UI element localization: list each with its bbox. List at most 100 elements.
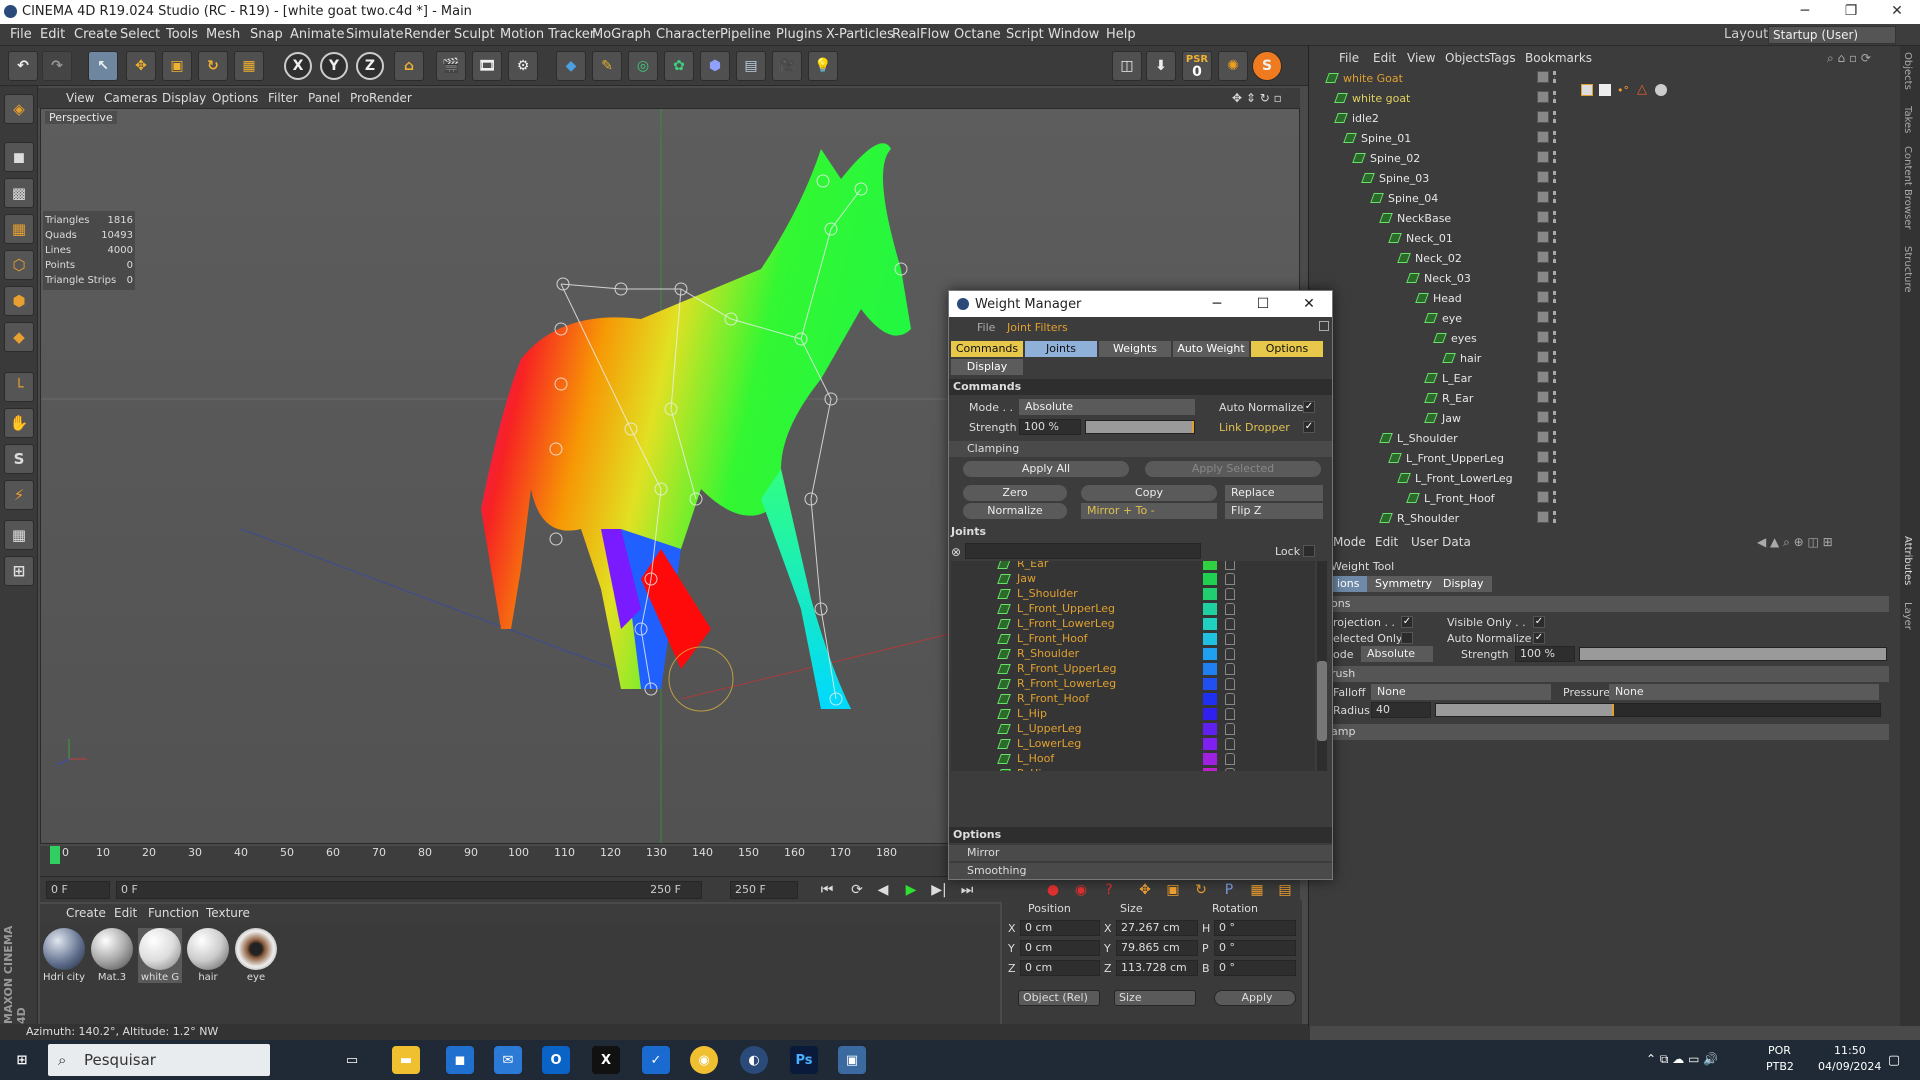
- coord-size-mode-select[interactable]: Size: [1114, 990, 1196, 1006]
- clock-time[interactable]: 11:50: [1834, 1044, 1866, 1057]
- mirror-section-header[interactable]: Mirror: [949, 845, 1332, 861]
- menu-sculpt[interactable]: Sculpt: [454, 27, 495, 42]
- clamp-section-header[interactable]: amp: [1309, 724, 1889, 740]
- windows-start-icon[interactable]: ⊞: [8, 1046, 36, 1074]
- render-dots[interactable]: [1553, 71, 1557, 83]
- visibility-toggle[interactable]: [1537, 431, 1549, 443]
- auto-normalize-checkbox[interactable]: ✓: [1533, 632, 1545, 644]
- taskbar-search[interactable]: ⌕ Pesquisar: [48, 1044, 270, 1076]
- radius-slider[interactable]: [1435, 703, 1881, 717]
- render-dots[interactable]: [1553, 391, 1557, 403]
- undo-icon[interactable]: ↶: [8, 51, 38, 81]
- wm-tab-auto-weight[interactable]: Auto Weight: [1173, 341, 1249, 357]
- object-row[interactable]: Neck_01: [1309, 228, 1889, 248]
- visibility-toggle[interactable]: [1537, 171, 1549, 183]
- menu-edit[interactable]: Edit: [40, 27, 65, 42]
- mail-icon[interactable]: ✉: [494, 1046, 522, 1074]
- object-row[interactable]: L_Ear: [1309, 368, 1889, 388]
- apply-selected-button[interactable]: Apply Selected: [1145, 461, 1321, 477]
- floor-icon[interactable]: ▤: [736, 51, 766, 81]
- object-row[interactable]: hair: [1309, 348, 1889, 368]
- falloff-select[interactable]: None: [1371, 684, 1551, 700]
- menu-motion-tracker[interactable]: Motion Tracker: [500, 27, 595, 42]
- menu-realflow[interactable]: RealFlow: [892, 27, 950, 42]
- subdivision-icon[interactable]: ◎: [628, 51, 658, 81]
- make-editable-icon[interactable]: ◈: [4, 94, 34, 124]
- wm-tab-commands[interactable]: Commands: [951, 341, 1023, 357]
- visibility-toggle[interactable]: [1537, 311, 1549, 323]
- key-position-icon[interactable]: ✥: [1134, 880, 1156, 900]
- render-dots[interactable]: [1553, 271, 1557, 283]
- render-dots[interactable]: [1553, 251, 1557, 263]
- am-menu-edit[interactable]: Edit: [1375, 535, 1398, 549]
- polygons-mode-icon[interactable]: ◆: [4, 322, 34, 352]
- pen-icon[interactable]: ✎: [592, 51, 622, 81]
- mat-menu-edit[interactable]: Edit: [114, 906, 137, 920]
- render-dots[interactable]: [1553, 111, 1557, 123]
- am-menu-user-data[interactable]: User Data: [1411, 535, 1471, 549]
- strength-input[interactable]: 100 %: [1515, 646, 1575, 662]
- key-scale-icon[interactable]: ▣: [1162, 880, 1184, 900]
- edges-mode-icon[interactable]: ⬢: [4, 286, 34, 316]
- cloner-icon[interactable]: ✿: [664, 51, 694, 81]
- smoothing-section-header[interactable]: Smoothing: [949, 863, 1332, 879]
- render-dots[interactable]: [1553, 311, 1557, 323]
- cinema4d-taskbar-icon[interactable]: ◐: [740, 1046, 768, 1074]
- language-primary[interactable]: POR: [1768, 1044, 1791, 1057]
- render-dots[interactable]: [1553, 511, 1557, 523]
- x-app-icon[interactable]: X: [592, 1046, 620, 1074]
- render-dots[interactable]: [1553, 131, 1557, 143]
- side-tab-takes[interactable]: Takes: [1902, 106, 1913, 133]
- visibility-toggle[interactable]: [1537, 71, 1549, 83]
- visibility-toggle[interactable]: [1537, 231, 1549, 243]
- clock-date[interactable]: 04/09/2024: [1818, 1060, 1881, 1073]
- joint-row[interactable]: R_Hip: [991, 765, 1235, 771]
- joint-lock-icon[interactable]: [1225, 678, 1235, 690]
- wm-tab-display[interactable]: Display: [951, 359, 1023, 375]
- clear-filter-icon[interactable]: ⊗: [951, 545, 961, 559]
- light-icon[interactable]: 💡: [808, 51, 838, 81]
- object-row[interactable]: Neck_02: [1309, 248, 1889, 268]
- store-icon[interactable]: ◼: [446, 1046, 474, 1074]
- strength-slider[interactable]: [1579, 647, 1887, 661]
- visibility-toggle[interactable]: [1537, 91, 1549, 103]
- visibility-toggle[interactable]: [1537, 111, 1549, 123]
- step-forward-icon[interactable]: ▶|: [928, 880, 950, 900]
- object-row[interactable]: eye: [1309, 308, 1889, 328]
- render-dots[interactable]: [1553, 231, 1557, 243]
- render-view-icon[interactable]: 🎬: [436, 51, 466, 81]
- flip-z-select[interactable]: Flip Z: [1225, 503, 1323, 519]
- zero-button[interactable]: Zero: [963, 485, 1067, 501]
- object-row[interactable]: eyes: [1309, 328, 1889, 348]
- clamping-section-header[interactable]: Clamping: [949, 441, 1332, 457]
- joint-lock-icon[interactable]: [1225, 738, 1235, 750]
- visibility-toggle[interactable]: [1537, 451, 1549, 463]
- file-explorer-icon[interactable]: ▬: [392, 1046, 420, 1074]
- am-menu-mode[interactable]: Mode: [1333, 535, 1366, 549]
- menu-character[interactable]: Character: [656, 27, 720, 42]
- render-dots[interactable]: [1553, 171, 1557, 183]
- menu-create[interactable]: Create: [74, 27, 117, 42]
- key-pla-icon[interactable]: ▦: [1246, 880, 1268, 900]
- visibility-toggle[interactable]: [1537, 291, 1549, 303]
- object-row[interactable]: L_Shoulder: [1309, 428, 1889, 448]
- rot-h-input[interactable]: 0 °: [1214, 920, 1296, 936]
- joint-lock-icon[interactable]: [1225, 693, 1235, 705]
- normalize-button[interactable]: Normalize: [963, 503, 1067, 519]
- key-rotation-icon[interactable]: ↻: [1190, 880, 1212, 900]
- wm-menu-joint-filters[interactable]: Joint Filters: [1007, 321, 1068, 334]
- side-tab-objects[interactable]: Objects: [1902, 52, 1913, 90]
- points-mode-icon[interactable]: ⬡: [4, 250, 34, 280]
- weight-tool-icon[interactable]: ▦: [234, 51, 264, 81]
- render-dots[interactable]: [1553, 191, 1557, 203]
- axis-mode-icon[interactable]: └: [4, 372, 34, 402]
- step-back-icon[interactable]: ◀: [872, 880, 894, 900]
- menu-animate[interactable]: Animate: [290, 27, 344, 42]
- menu-help[interactable]: Help: [1106, 27, 1136, 42]
- wm-mode-select[interactable]: Absolute: [1019, 399, 1195, 415]
- expand-icon[interactable]: [1319, 321, 1329, 331]
- y-axis-lock-icon[interactable]: Y: [320, 52, 348, 80]
- om-search-icon[interactable]: ⌕ ⌂ ▫ ⟳: [1827, 51, 1871, 66]
- joint-lock-icon[interactable]: [1225, 753, 1235, 765]
- render-dots[interactable]: [1553, 371, 1557, 383]
